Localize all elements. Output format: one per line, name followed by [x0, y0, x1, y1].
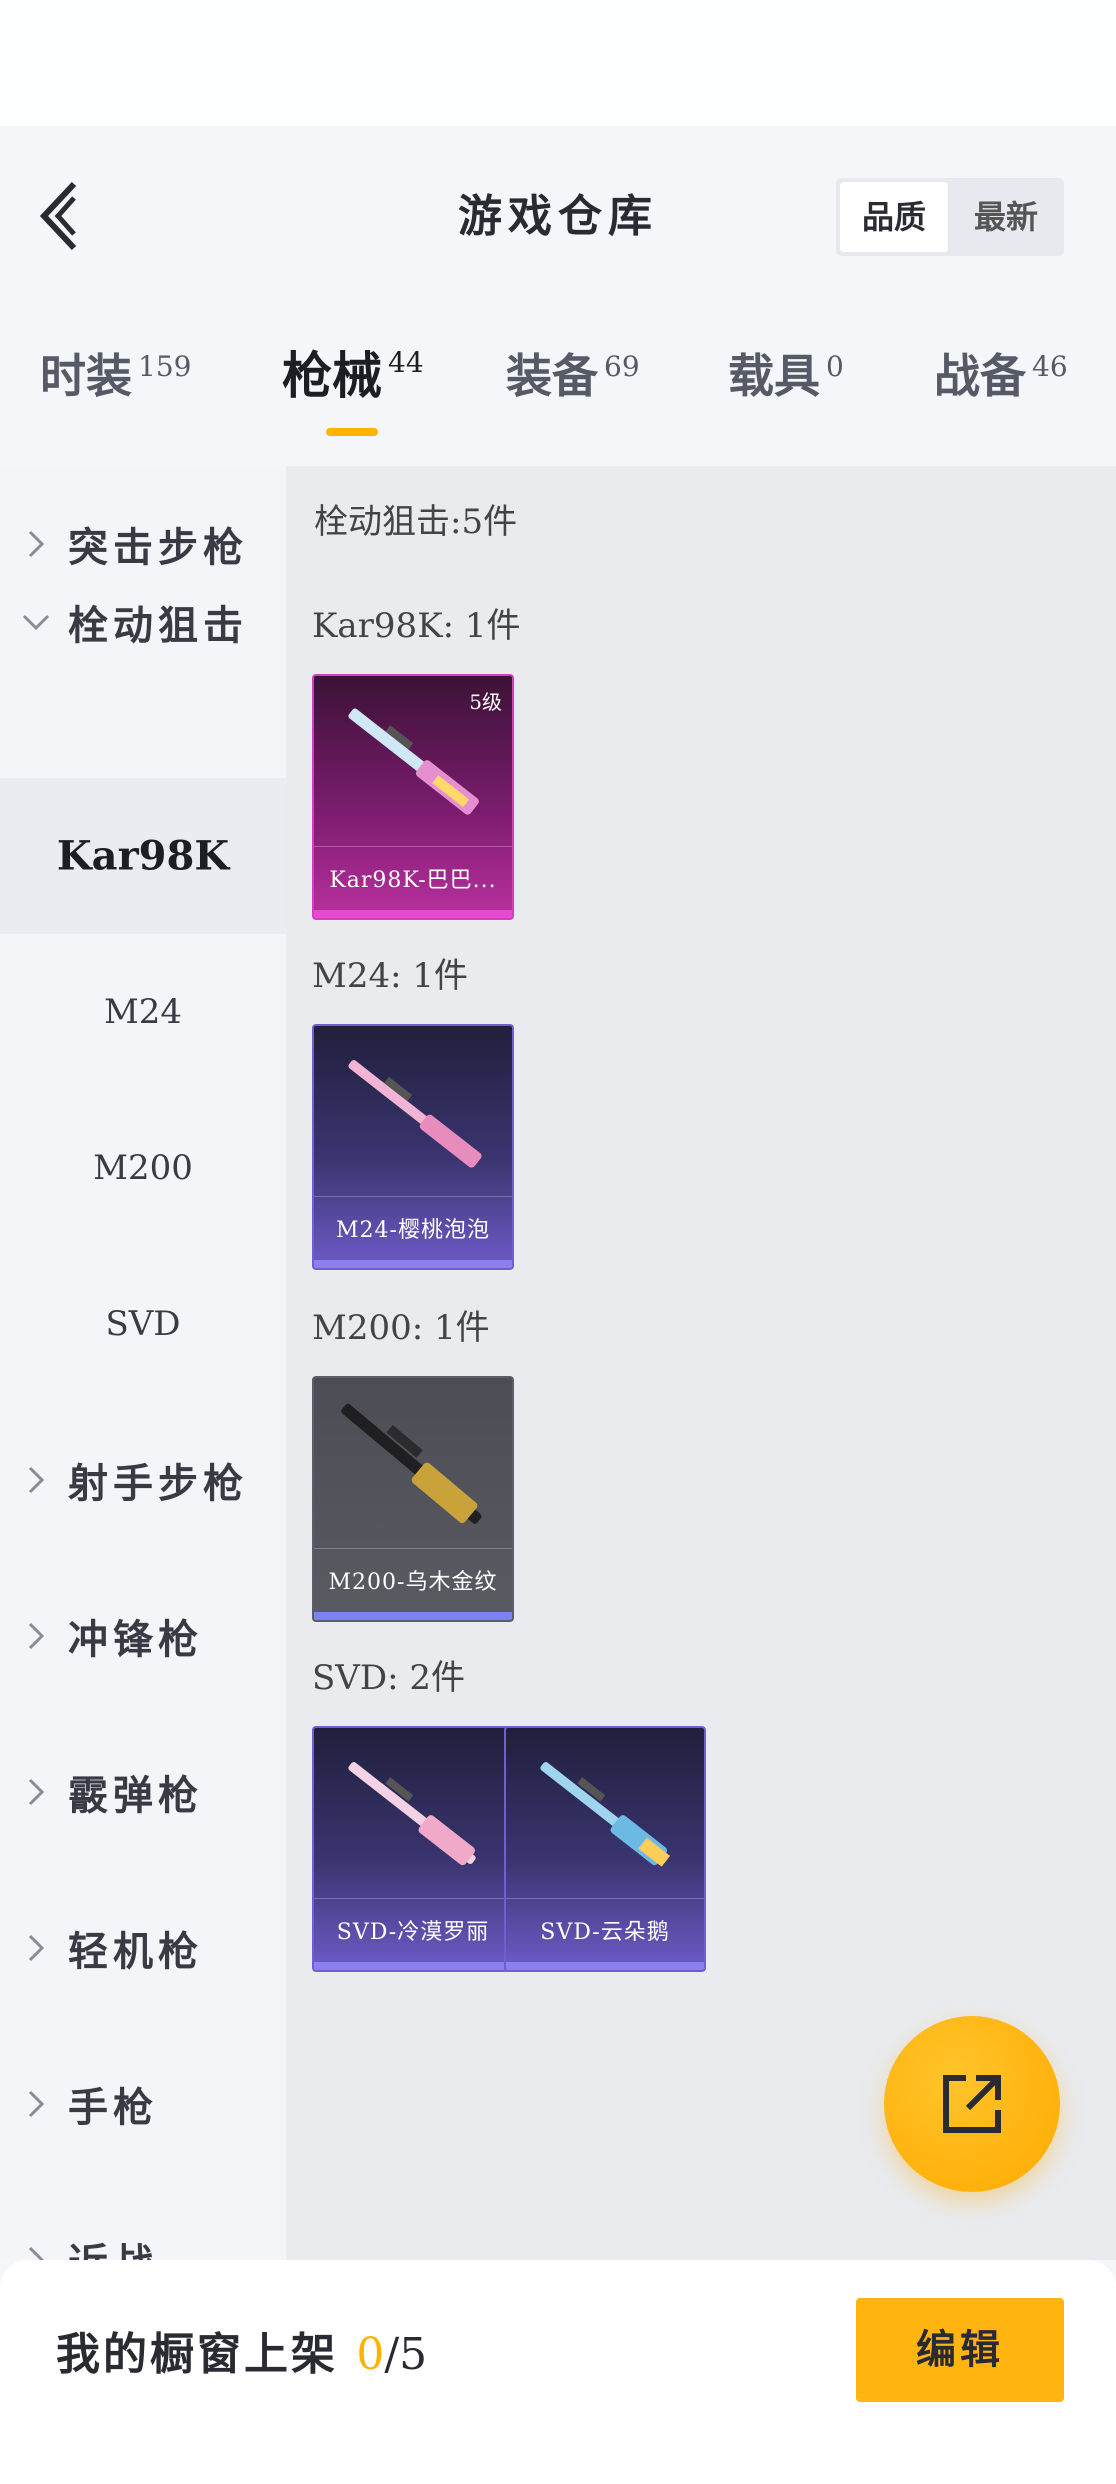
tab-firearms[interactable]: 枪械 44 — [282, 336, 424, 408]
rarity-bar — [314, 910, 512, 918]
sort-toggle: 品质 最新 — [836, 178, 1064, 256]
sidebar-item-melee[interactable]: 近战 — [0, 2182, 286, 2260]
sort-latest-button[interactable]: 最新 — [952, 182, 1060, 252]
divider — [314, 846, 512, 847]
item-card[interactable]: SVD-冷漠罗丽 — [312, 1726, 514, 1972]
tab-label: 战备 — [934, 349, 1026, 403]
showcase-status: 我的橱窗上架 0/5 — [56, 2318, 427, 2382]
item-card[interactable]: M24-樱桃泡泡 — [312, 1024, 514, 1270]
divider — [314, 1196, 512, 1197]
sidebar: 突击步枪 栓动狙击 Kar98K M24 M200 SVD 射手步枪 冲锋枪 霰… — [0, 466, 286, 2260]
sidebar-subitem-label: SVD — [105, 1304, 181, 1344]
sidebar-item-marksman-rifle[interactable]: 射手步枪 — [0, 1402, 286, 1558]
rarity-bar — [506, 1962, 704, 1970]
level-badge: 5级 — [469, 690, 502, 714]
external-link-icon — [943, 2075, 1001, 2133]
showcase-label: 我的橱窗上架 — [56, 2329, 357, 2380]
item-card[interactable]: 5级 Kar98K-巴巴... — [312, 674, 514, 920]
rarity-bar — [314, 1260, 512, 1268]
rifle-image — [348, 1060, 482, 1168]
tab-fashion[interactable]: 时装 159 — [40, 340, 191, 406]
rifle-image — [341, 1403, 482, 1524]
status-bar — [0, 0, 1116, 126]
sidebar-item-label: 射手步枪 — [68, 1460, 248, 1507]
sidebar-item-label: 手枪 — [68, 2084, 158, 2131]
sidebar-item-pistol[interactable]: 手枪 — [0, 2026, 286, 2182]
group-title-svd: SVD: 2件 — [312, 1658, 465, 1698]
chevron-right-icon — [28, 1466, 45, 1494]
item-name: M200-乌木金纹 — [328, 1570, 498, 1595]
sidebar-item-bolt-sniper[interactable]: 栓动狙击 — [0, 544, 286, 700]
sidebar-subitem-kar98k[interactable]: Kar98K — [0, 778, 286, 934]
tab-count: 44 — [388, 346, 424, 379]
tab-supplies[interactable]: 战备 46 — [934, 340, 1068, 406]
share-button[interactable] — [884, 2016, 1060, 2192]
chevron-down-icon — [22, 614, 50, 631]
item-name: M24-樱桃泡泡 — [336, 1218, 490, 1243]
sidebar-item-label: 栓动狙击 — [68, 602, 248, 649]
divider — [314, 1898, 512, 1899]
tab-vehicles[interactable]: 载具 0 — [728, 340, 844, 406]
item-name: Kar98K-巴巴... — [329, 868, 497, 893]
sidebar-subitem-m24[interactable]: M24 — [0, 934, 286, 1090]
sidebar-item-label: 冲锋枪 — [68, 1616, 203, 1663]
sidebar-item-shotgun[interactable]: 霰弹枪 — [0, 1714, 286, 1870]
sidebar-subitem-label: M24 — [103, 992, 183, 1032]
tab-label: 时装 — [40, 349, 132, 403]
tab-count: 46 — [1032, 350, 1068, 383]
item-name: SVD-冷漠罗丽 — [336, 1920, 490, 1945]
divider — [506, 1898, 704, 1899]
sidebar-subitem-m200[interactable]: M200 — [0, 1090, 286, 1246]
section-title: 栓动狙击:5件 — [314, 502, 518, 542]
rifle-image — [348, 1762, 476, 1866]
tab-count: 159 — [138, 350, 192, 383]
sidebar-item-label: 霰弹枪 — [68, 1772, 203, 1819]
tab-equipment[interactable]: 装备 69 — [506, 340, 640, 406]
item-card[interactable]: M200-乌木金纹 — [312, 1376, 514, 1622]
active-tab-indicator — [326, 428, 378, 436]
chevron-right-icon — [28, 1778, 45, 1806]
tab-count: 69 — [604, 350, 640, 383]
sidebar-item-label: 近战 — [68, 2231, 158, 2260]
divider — [314, 1548, 512, 1549]
sidebar-item-lmg[interactable]: 轻机枪 — [0, 1870, 286, 2026]
group-title-kar98k: Kar98K: 1件 — [312, 606, 521, 646]
group-title-m200: M200: 1件 — [312, 1308, 490, 1348]
rarity-bar — [314, 1962, 512, 1970]
tab-label: 载具 — [728, 349, 820, 403]
showcase-count: 0 — [356, 2329, 385, 2380]
tab-count: 0 — [826, 350, 844, 383]
rifle-image — [540, 1762, 671, 1867]
rarity-bar — [314, 1612, 512, 1620]
chevron-right-icon — [28, 1622, 45, 1650]
sidebar-item-smg[interactable]: 冲锋枪 — [0, 1558, 286, 1714]
sort-quality-button[interactable]: 品质 — [840, 182, 948, 252]
chevron-right-icon — [28, 2090, 45, 2118]
sidebar-subitem-label: M200 — [93, 1148, 193, 1188]
sidebar-item-label: 轻机枪 — [68, 1928, 203, 1975]
sidebar-subitem-label: Kar98K — [56, 832, 230, 880]
sidebar-subitem-svd[interactable]: SVD — [0, 1246, 286, 1402]
tab-label: 枪械 — [282, 346, 382, 405]
edit-button[interactable]: 编辑 — [856, 2298, 1064, 2402]
group-title-m24: M24: 1件 — [312, 956, 468, 996]
tab-label: 装备 — [506, 349, 598, 403]
chevron-right-icon — [28, 2246, 45, 2260]
chevron-right-icon — [28, 1934, 45, 1962]
item-name: SVD-云朵鹅 — [540, 1920, 670, 1945]
item-card[interactable]: SVD-云朵鹅 — [504, 1726, 706, 1972]
showcase-total: /5 — [384, 2329, 428, 2380]
